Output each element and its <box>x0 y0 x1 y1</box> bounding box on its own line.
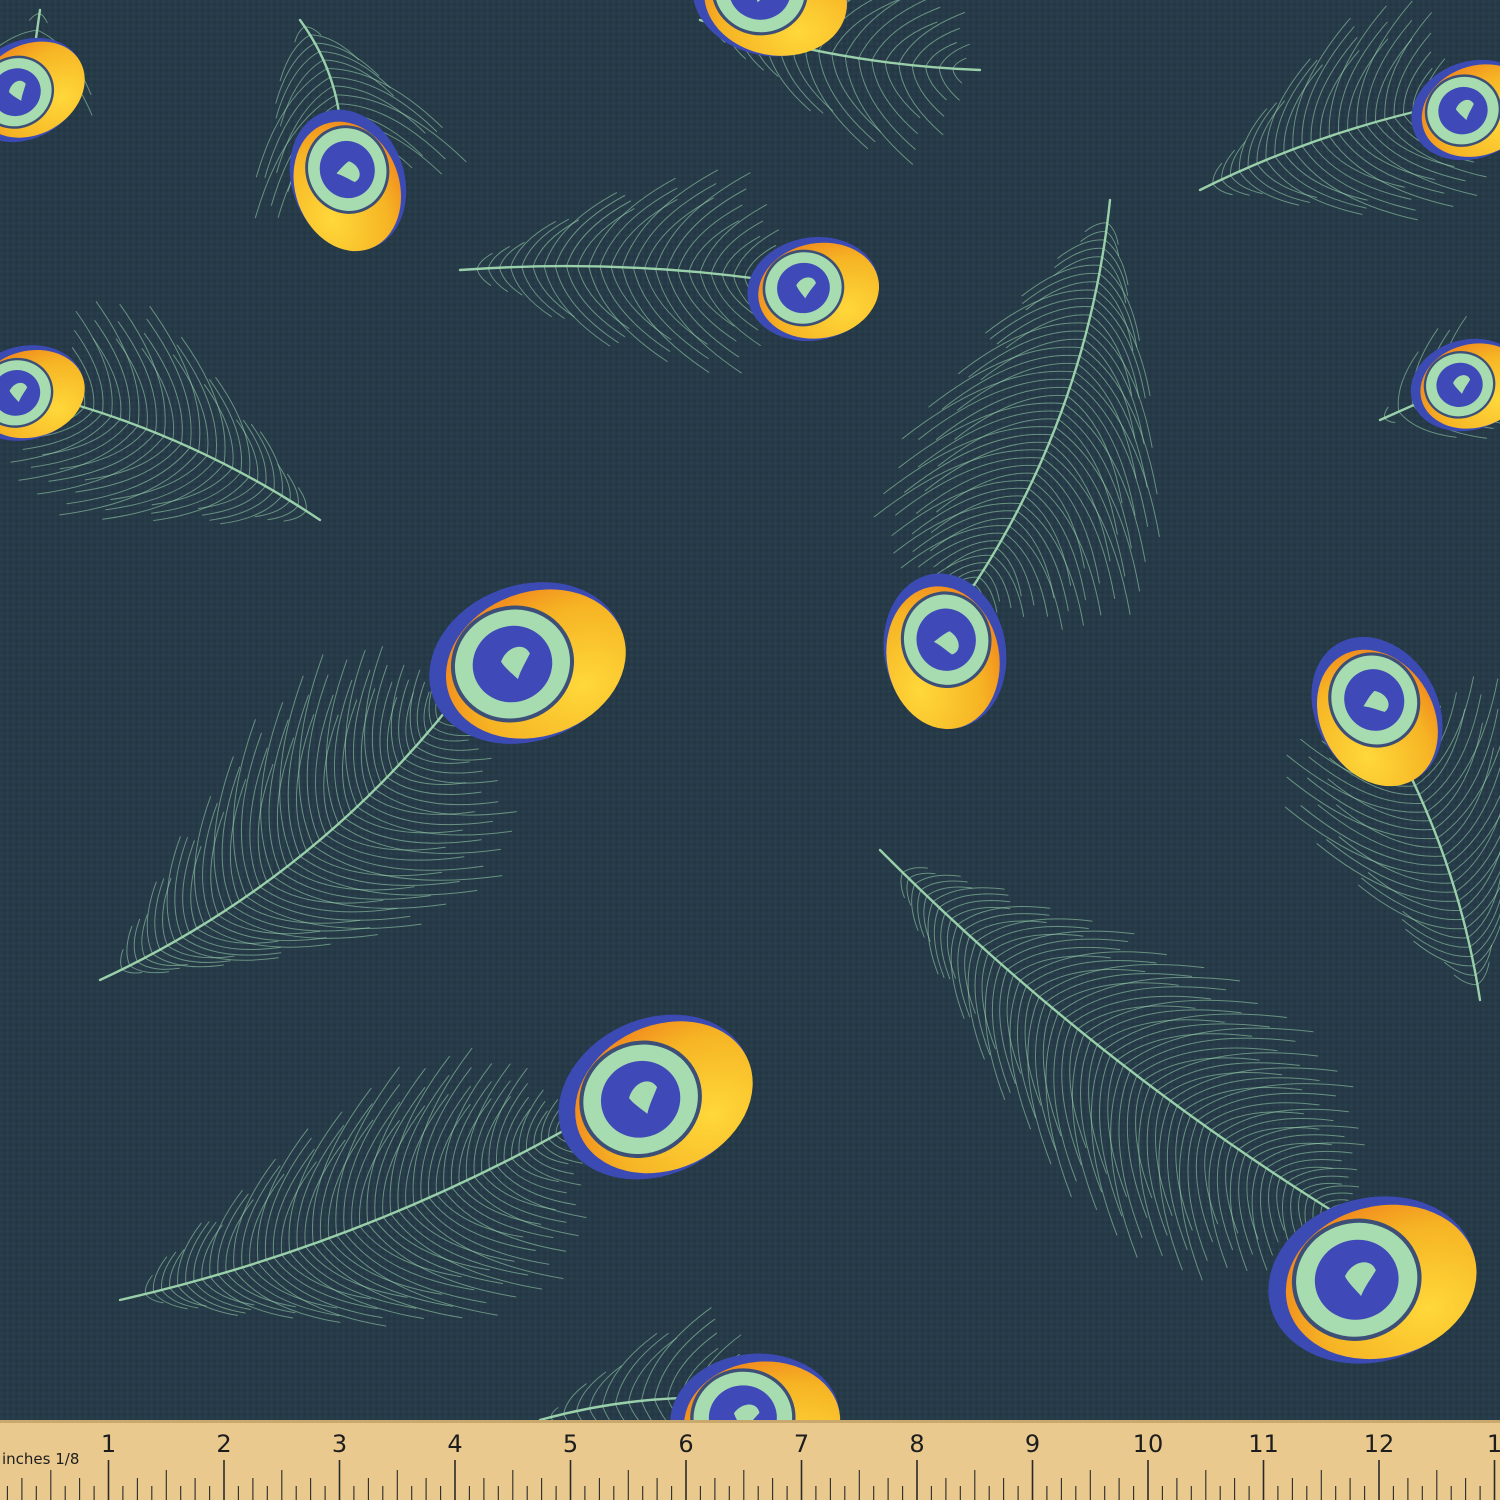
ruler-unit-label: inches 1/8 <box>2 1450 79 1468</box>
ruler-number: 6 <box>678 1430 693 1458</box>
ruler-number: 12 <box>1364 1430 1395 1458</box>
ruler-number: 7 <box>794 1430 809 1458</box>
ruler-number: 3 <box>332 1430 347 1458</box>
ruler-number: 4 <box>447 1430 462 1458</box>
ruler-number: 2 <box>216 1430 231 1458</box>
peacock-feather-fabric <box>0 0 1500 1420</box>
ruler-number: 8 <box>909 1430 924 1458</box>
ruler-number: 9 <box>1025 1430 1040 1458</box>
fabric-background <box>0 0 1500 1420</box>
ruler-number: 10 <box>1133 1430 1164 1458</box>
ruler-number: 1 <box>1487 1430 1500 1458</box>
measuring-ruler: 1 2 3 4 5 6 7 8 9 10 11 12 1 inches 1/8 <box>0 1420 1500 1500</box>
ruler-number: 5 <box>563 1430 578 1458</box>
ruler-number: 1 <box>101 1430 116 1458</box>
ruler-number: 11 <box>1248 1430 1279 1458</box>
